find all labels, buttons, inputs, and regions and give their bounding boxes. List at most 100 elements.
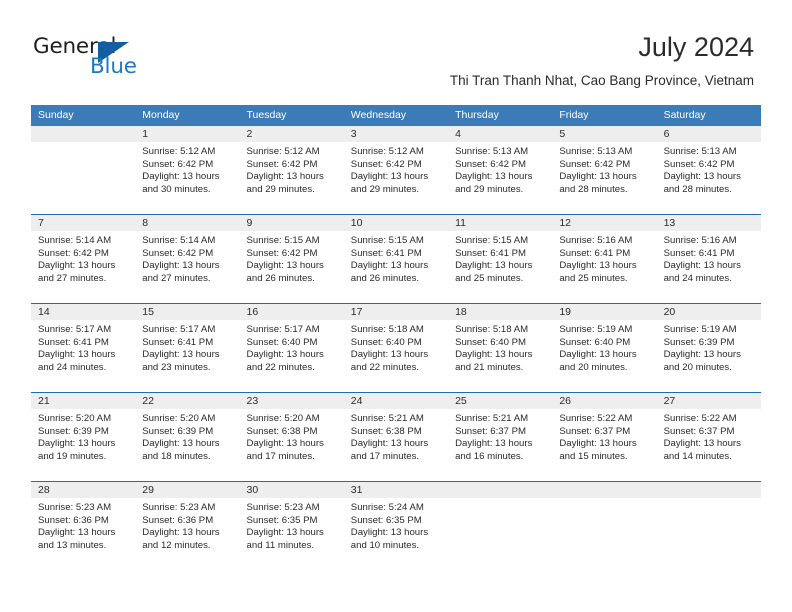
calendar-day-cell[interactable]: 4 Sunrise: 5:13 AM Sunset: 6:42 PM Daylight… — [448, 126, 553, 214]
day-sun-info: Sunrise: 5:15 AM Sunset: 6:41 PM Daylight:… — [448, 231, 552, 285]
day-info-line: Daylight: 13 hours — [350, 260, 429, 272]
day-number — [448, 482, 553, 498]
calendar-day-cell[interactable]: 14 Sunrise: 5:17 AM Sunset: 6:41 PM Dayligh… — [31, 304, 136, 392]
day-sun-info: Sunrise: 5:13 AM Sunset: 6:42 PM Daylight:… — [448, 142, 552, 196]
day-info-line: Sunset: 6:41 PM — [350, 247, 422, 259]
day-sun-info: Sunrise: 5:19 AM Sunset: 6:39 PM Daylight:… — [657, 320, 761, 374]
day-info-line: Sunrise: 5:17 AM — [142, 324, 216, 335]
calendar-day-cell[interactable]: 19 Sunrise: 5:19 AM Sunset: 6:40 PM Dayligh… — [552, 304, 657, 392]
day-info-line: Daylight: 13 hours — [246, 171, 324, 183]
day-info-line: and 25 minutes. — [455, 272, 524, 284]
day-sun-info — [657, 498, 761, 502]
calendar-day-cell-empty — [656, 482, 761, 570]
day-info-line: and 24 minutes. — [663, 272, 732, 284]
day-info-line: Daylight: 13 hours — [38, 438, 116, 450]
day-number: 24 — [343, 393, 449, 409]
day-sun-info: Sunrise: 5:14 AM Sunset: 6:42 PM Daylight:… — [31, 231, 135, 285]
day-info-line: Sunset: 6:41 PM — [455, 247, 526, 259]
day-info-line: Daylight: 13 hours — [455, 349, 533, 361]
day-number: 30 — [239, 482, 344, 498]
day-info-line: Sunset: 6:42 PM — [142, 247, 214, 259]
day-number: 1 — [135, 126, 240, 142]
day-info-line: Sunrise: 5:19 AM — [663, 324, 737, 335]
calendar-day-cell[interactable]: 24 Sunrise: 5:21 AM Sunset: 6:38 PM Dayligh… — [343, 393, 449, 481]
calendar-day-cell[interactable]: 11 Sunrise: 5:15 AM Sunset: 6:41 PM Dayligh… — [448, 215, 553, 303]
calendar-day-cell[interactable]: 26 Sunrise: 5:22 AM Sunset: 6:37 PM Dayligh… — [552, 393, 657, 481]
calendar-day-cell[interactable]: 21 Sunrise: 5:20 AM Sunset: 6:39 PM Dayligh… — [31, 393, 136, 481]
calendar-day-cell[interactable]: 29 Sunrise: 5:23 AM Sunset: 6:36 PM Dayligh… — [135, 482, 240, 570]
day-number: 18 — [448, 304, 553, 320]
calendar-day-cell[interactable]: 13 Sunrise: 5:16 AM Sunset: 6:41 PM Dayligh… — [656, 215, 761, 303]
calendar-day-cell[interactable]: 27 Sunrise: 5:22 AM Sunset: 6:37 PM Dayligh… — [656, 393, 761, 481]
day-info-line: Sunrise: 5:12 AM — [350, 146, 424, 157]
calendar-day-cell-empty — [448, 482, 553, 570]
day-sun-info: Sunrise: 5:17 AM Sunset: 6:40 PM Daylight:… — [240, 320, 344, 374]
day-sun-info: Sunrise: 5:21 AM Sunset: 6:37 PM Daylight:… — [448, 409, 552, 463]
day-number: 7 — [31, 215, 136, 231]
day-info-line: Daylight: 13 hours — [663, 438, 741, 450]
calendar-week-row: 1 Sunrise: 5:12 AM Sunset: 6:42 PM Daylight… — [31, 126, 761, 214]
calendar-day-cell[interactable]: 17 Sunrise: 5:18 AM Sunset: 6:40 PM Dayligh… — [343, 304, 449, 392]
calendar-day-cell[interactable]: 18 Sunrise: 5:18 AM Sunset: 6:40 PM Dayligh… — [448, 304, 553, 392]
day-info-line: and 20 minutes. — [663, 361, 732, 373]
day-info-line: Sunrise: 5:18 AM — [455, 324, 529, 335]
calendar-day-cell[interactable]: 5 Sunrise: 5:13 AM Sunset: 6:42 PM Daylight… — [552, 126, 657, 214]
day-info-line: Sunrise: 5:14 AM — [142, 235, 216, 246]
calendar-day-cell[interactable]: 9 Sunrise: 5:15 AM Sunset: 6:42 PM Daylight… — [239, 215, 344, 303]
day-number: 9 — [239, 215, 344, 231]
day-number: 25 — [448, 393, 553, 409]
calendar-day-cell[interactable]: 1 Sunrise: 5:12 AM Sunset: 6:42 PM Daylight… — [135, 126, 240, 214]
day-info-line: Sunset: 6:39 PM — [663, 336, 735, 348]
page-header: General Blue July 2024 Thi Tran Thanh Nh… — [0, 0, 792, 100]
calendar-day-cell[interactable]: 31 Sunrise: 5:24 AM Sunset: 6:35 PM Dayligh… — [343, 482, 449, 570]
general-blue-logo[interactable]: General Blue — [33, 34, 213, 84]
day-info-line: Sunrise: 5:18 AM — [350, 324, 424, 335]
calendar-day-cell[interactable]: 30 Sunrise: 5:23 AM Sunset: 6:35 PM Dayligh… — [239, 482, 344, 570]
day-info-line: Sunset: 6:42 PM — [246, 247, 318, 259]
day-info-line: Daylight: 13 hours — [246, 438, 324, 450]
day-info-line: Sunrise: 5:22 AM — [559, 413, 633, 424]
day-info-line: and 19 minutes. — [38, 450, 107, 462]
calendar-day-cell[interactable]: 23 Sunrise: 5:20 AM Sunset: 6:38 PM Dayligh… — [239, 393, 344, 481]
day-info-line: Sunrise: 5:13 AM — [559, 146, 633, 157]
day-info-line: Sunset: 6:37 PM — [663, 425, 735, 437]
day-number: 27 — [656, 393, 761, 409]
calendar-day-cell[interactable]: 8 Sunrise: 5:14 AM Sunset: 6:42 PM Daylight… — [135, 215, 240, 303]
day-number: 2 — [239, 126, 344, 142]
day-number: 31 — [343, 482, 449, 498]
day-number — [552, 482, 657, 498]
day-number: 13 — [656, 215, 761, 231]
day-info-line: Daylight: 13 hours — [455, 438, 533, 450]
day-info-line: and 21 minutes. — [455, 361, 524, 373]
calendar-day-cell[interactable]: 7 Sunrise: 5:14 AM Sunset: 6:42 PM Daylight… — [31, 215, 136, 303]
day-info-line: Sunset: 6:41 PM — [142, 336, 214, 348]
day-number: 28 — [31, 482, 136, 498]
calendar-day-cell[interactable]: 10 Sunrise: 5:15 AM Sunset: 6:41 PM Dayligh… — [343, 215, 449, 303]
day-sun-info: Sunrise: 5:21 AM Sunset: 6:38 PM Daylight:… — [344, 409, 448, 463]
calendar-day-cell[interactable]: 22 Sunrise: 5:20 AM Sunset: 6:39 PM Dayligh… — [135, 393, 240, 481]
calendar-day-cell[interactable]: 15 Sunrise: 5:17 AM Sunset: 6:41 PM Dayligh… — [135, 304, 240, 392]
day-info-line: and 26 minutes. — [246, 272, 315, 284]
calendar-day-cell[interactable]: 25 Sunrise: 5:21 AM Sunset: 6:37 PM Dayligh… — [448, 393, 553, 481]
calendar-day-cell[interactable]: 20 Sunrise: 5:19 AM Sunset: 6:39 PM Dayligh… — [656, 304, 761, 392]
weekday-header-row: Sunday Monday Tuesday Wednesday Thursday Frid… — [31, 105, 761, 126]
day-info-line: Sunset: 6:42 PM — [663, 158, 735, 170]
calendar-day-cell[interactable]: 2 Sunrise: 5:12 AM Sunset: 6:42 PM Daylight… — [239, 126, 344, 214]
day-sun-info: Sunrise: 5:20 AM Sunset: 6:39 PM Daylight:… — [31, 409, 135, 463]
calendar-day-cell[interactable]: 6 Sunrise: 5:13 AM Sunset: 6:42 PM Daylight… — [656, 126, 761, 214]
day-info-line: Daylight: 13 hours — [663, 171, 741, 183]
calendar-day-cell[interactable]: 3 Sunrise: 5:12 AM Sunset: 6:42 PM Daylight… — [343, 126, 449, 214]
day-info-line: Sunset: 6:42 PM — [246, 158, 318, 170]
day-sun-info: Sunrise: 5:12 AM Sunset: 6:42 PM Daylight:… — [240, 142, 344, 196]
calendar-day-cell[interactable]: 16 Sunrise: 5:17 AM Sunset: 6:40 PM Dayligh… — [239, 304, 344, 392]
day-number: 26 — [552, 393, 657, 409]
day-sun-info: Sunrise: 5:23 AM Sunset: 6:35 PM Daylight:… — [240, 498, 344, 552]
day-info-line: Daylight: 13 hours — [142, 527, 220, 539]
calendar-day-cell[interactable]: 28 Sunrise: 5:23 AM Sunset: 6:36 PM Dayligh… — [31, 482, 136, 570]
day-number: 11 — [448, 215, 553, 231]
day-info-line: Daylight: 13 hours — [559, 349, 637, 361]
day-info-line: Sunset: 6:39 PM — [142, 425, 214, 437]
day-info-line: Daylight: 13 hours — [142, 171, 220, 183]
day-info-line: and 18 minutes. — [142, 450, 211, 462]
calendar-day-cell[interactable]: 12 Sunrise: 5:16 AM Sunset: 6:41 PM Dayligh… — [552, 215, 657, 303]
